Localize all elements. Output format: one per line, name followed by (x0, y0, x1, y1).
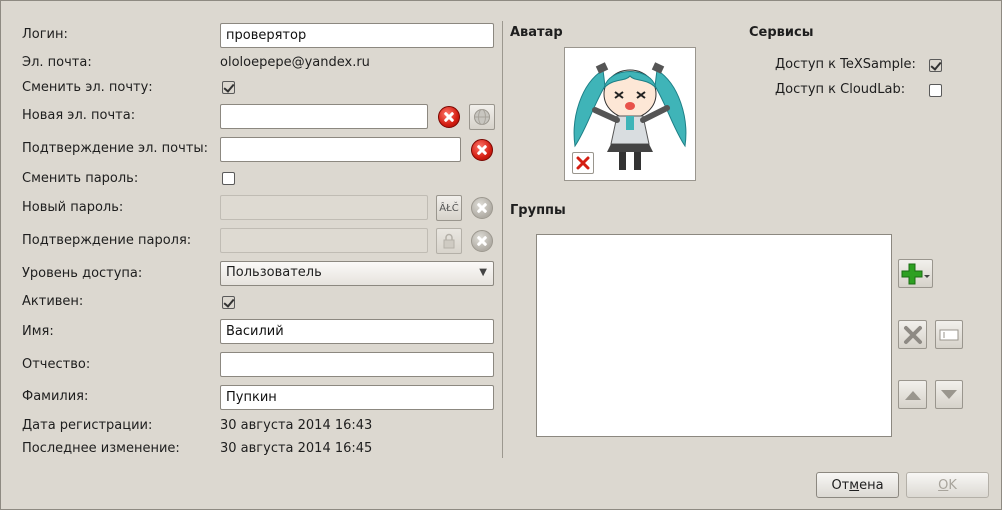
new-password-input[interactable] (220, 195, 428, 220)
email-value: ololoepepe@yandex.ru (220, 55, 370, 70)
move-down-button[interactable] (935, 380, 963, 409)
user-edit-dialog: Логин: Эл. почта: ololoepepe@yandex.ru С… (0, 0, 1002, 510)
clear-new-email-button[interactable] (436, 104, 462, 130)
ok-label-mnemonic: O (938, 477, 949, 493)
cancel-button[interactable]: От м ена (816, 472, 899, 498)
last-modified-value: 30 августа 2014 16:45 (220, 441, 373, 456)
clear-icon (471, 197, 493, 219)
avatar-image-button[interactable] (564, 47, 696, 181)
groups-heading: Группы (510, 203, 566, 218)
remove-icon (576, 156, 590, 170)
last-name-input[interactable] (220, 385, 494, 410)
change-password-checkbox[interactable] (222, 172, 235, 185)
last-name-label: Фамилия: (22, 389, 89, 404)
keyboard-layout-button[interactable]: ÂŁČ (436, 195, 462, 221)
edit-group-button[interactable] (935, 320, 963, 349)
ok-label-post: K (948, 477, 957, 493)
first-name-input[interactable] (220, 319, 494, 344)
move-up-button[interactable] (898, 380, 927, 409)
change-email-checkbox[interactable] (222, 81, 235, 94)
registration-date-value: 30 августа 2014 16:43 (220, 418, 373, 433)
avatar-heading: Аватар (510, 25, 563, 40)
active-checkbox[interactable] (222, 296, 235, 309)
confirm-email-label: Подтверждение эл. почты: (22, 141, 209, 156)
text-field-icon (939, 329, 959, 340)
remove-avatar-button[interactable] (572, 152, 594, 174)
remove-group-button[interactable] (898, 320, 927, 349)
access-level-value: Пользователь (226, 265, 322, 280)
clear-new-password-button[interactable] (469, 195, 495, 221)
new-email-label: Новая эл. почта: (22, 108, 136, 123)
arrow-up-icon (904, 390, 921, 400)
arrow-down-icon (941, 389, 957, 399)
login-label: Логин: (22, 27, 68, 42)
service-cloudlab-checkbox[interactable] (929, 84, 942, 97)
patronymic-input[interactable] (220, 352, 494, 377)
patronymic-label: Отчество: (22, 357, 91, 372)
cancel-label-mnemonic: м (849, 477, 860, 493)
confirm-email-input[interactable] (220, 137, 461, 162)
clear-icon (471, 139, 493, 161)
change-password-label: Сменить пароль: (22, 171, 139, 186)
change-email-label: Сменить эл. почту: (22, 80, 153, 95)
vertical-separator (502, 21, 503, 458)
ok-button[interactable]: OK (906, 472, 989, 498)
clear-icon (471, 230, 493, 252)
access-level-label: Уровень доступа: (22, 266, 143, 281)
last-modified-label: Последнее изменение: (22, 441, 180, 456)
globe-icon (474, 109, 490, 125)
registration-date-label: Дата регистрации: (22, 418, 153, 433)
cancel-label-pre: От (831, 477, 850, 493)
add-icon (901, 263, 930, 284)
delete-icon (903, 325, 922, 344)
check-email-button[interactable] (469, 104, 495, 130)
clear-confirm-email-button[interactable] (469, 137, 495, 163)
first-name-label: Имя: (22, 324, 54, 339)
confirm-password-label: Подтверждение пароля: (22, 233, 192, 248)
services-heading: Сервисы (749, 25, 814, 40)
keyboard-layout-icon: ÂŁČ (439, 202, 459, 214)
lock-button[interactable] (436, 228, 462, 254)
service-texsample-checkbox[interactable] (929, 59, 942, 72)
login-input[interactable] (220, 23, 494, 48)
new-password-label: Новый пароль: (22, 200, 124, 215)
new-email-input[interactable] (220, 104, 428, 129)
active-label: Активен: (22, 294, 84, 309)
service-cloudlab-label: Доступ к CloudLab: (775, 82, 906, 97)
email-label: Эл. почта: (22, 55, 92, 70)
groups-list[interactable] (536, 234, 892, 437)
service-texsample-label: Доступ к TeXSample: (775, 57, 916, 72)
access-level-select[interactable]: Пользователь ▼ (220, 261, 494, 286)
clear-confirm-password-button[interactable] (469, 228, 495, 254)
cancel-label-post: ена (859, 477, 884, 493)
add-group-button[interactable] (898, 259, 933, 288)
dropdown-arrow-icon: ▼ (479, 267, 487, 278)
confirm-password-input[interactable] (220, 228, 428, 253)
clear-icon (438, 106, 460, 128)
lock-icon (443, 233, 455, 249)
